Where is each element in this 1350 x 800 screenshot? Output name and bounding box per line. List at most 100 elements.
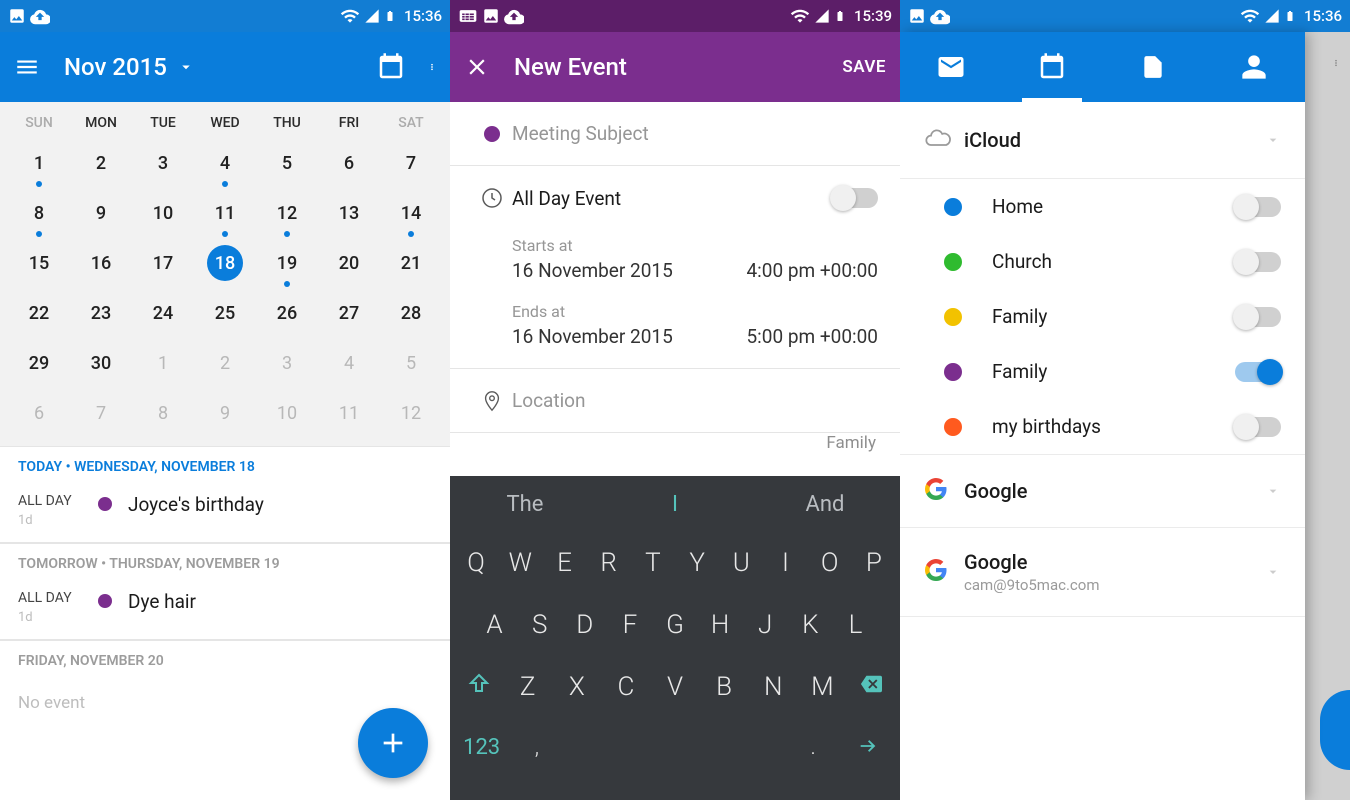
tab-calendar[interactable]: 18	[1001, 32, 1102, 102]
calendar-day[interactable]: 8	[132, 403, 194, 424]
kb-key[interactable]: V	[650, 662, 699, 713]
calendar-day[interactable]: 5	[256, 153, 318, 174]
calendar-day[interactable]: 8	[8, 203, 70, 224]
calendar-day[interactable]: 23	[70, 303, 132, 324]
calendar-day[interactable]: 12	[256, 203, 318, 224]
tab-files[interactable]	[1103, 32, 1204, 102]
kb-key[interactable]: F	[607, 600, 652, 650]
account-google[interactable]: Google	[900, 454, 1305, 528]
calendar-toggle[interactable]	[1235, 252, 1281, 272]
kb-key[interactable]: L	[833, 600, 878, 650]
tab-people[interactable]	[1204, 32, 1305, 102]
calendar-list-item[interactable]: Family	[900, 289, 1305, 344]
calendar-day[interactable]: 6	[8, 403, 70, 424]
location-row[interactable]: Location	[450, 369, 900, 433]
subject-row[interactable]: Meeting Subject	[450, 102, 900, 166]
kb-key[interactable]: O	[808, 538, 852, 588]
calendar-day[interactable]: 1	[132, 353, 194, 374]
kb-comma[interactable]: ,	[509, 725, 564, 773]
kb-key[interactable]: Z	[503, 662, 552, 713]
kb-shift[interactable]	[454, 662, 503, 713]
location-input[interactable]: Location	[512, 389, 878, 412]
kb-key[interactable]: K	[788, 600, 833, 650]
calendar-day[interactable]: 12	[380, 403, 442, 424]
kb-key[interactable]: R	[587, 538, 631, 588]
calendar-day[interactable]: 3	[132, 153, 194, 174]
kb-suggestion[interactable]: The	[450, 492, 600, 517]
calendar-day[interactable]: 13	[318, 203, 380, 224]
kb-123[interactable]: 123	[454, 725, 509, 773]
calendar-day[interactable]: 3	[256, 353, 318, 374]
calendar-day[interactable]: 10	[132, 203, 194, 224]
calendar-toggle[interactable]	[1235, 197, 1281, 217]
calendar-day[interactable]: 19	[256, 253, 318, 274]
month-picker[interactable]: Nov 2015	[40, 53, 195, 81]
allday-row[interactable]: All Day Event	[450, 166, 900, 230]
calendar-day[interactable]: 11	[318, 403, 380, 424]
kb-key[interactable]: D	[562, 600, 607, 650]
save-button[interactable]: SAVE	[842, 57, 886, 77]
kb-suggestion[interactable]: I	[600, 492, 750, 517]
kb-key[interactable]: H	[698, 600, 743, 650]
soft-keyboard[interactable]: The I And QWERTYUIOP ASDFGHJKL ZXCVBNM 1…	[450, 476, 900, 800]
calendar-list-item[interactable]: Church	[900, 234, 1305, 289]
calendar-day[interactable]: 11	[194, 203, 256, 224]
calendar-day[interactable]: 4	[194, 153, 256, 174]
calendar-toggle[interactable]	[1235, 362, 1281, 382]
agenda-item[interactable]: ALL DAY 1d Joyce's birthday	[0, 483, 450, 543]
close-icon[interactable]	[464, 54, 490, 80]
kb-key[interactable]: J	[743, 600, 788, 650]
kb-key[interactable]: T	[631, 538, 675, 588]
calendar-day[interactable]: 26	[256, 303, 318, 324]
calendar-day[interactable]: 27	[318, 303, 380, 324]
allday-toggle[interactable]	[832, 188, 878, 208]
calendar-day[interactable]: 16	[70, 253, 132, 274]
menu-icon[interactable]	[14, 54, 40, 80]
overflow-icon[interactable]	[428, 54, 436, 80]
calendar-day[interactable]: 15	[8, 253, 70, 274]
calendar-day[interactable]: 25	[194, 303, 256, 324]
calendar-day[interactable]: 4	[318, 353, 380, 374]
overflow-icon[interactable]	[1332, 50, 1340, 76]
kb-backspace[interactable]	[847, 662, 896, 713]
calendar-day[interactable]: 20	[318, 253, 380, 274]
kb-space[interactable]	[565, 725, 786, 773]
calendar-day[interactable]: 29	[8, 353, 70, 374]
account-icloud[interactable]: iCloud	[900, 102, 1305, 179]
kb-key[interactable]: G	[652, 600, 697, 650]
calendar-day[interactable]: 10	[256, 403, 318, 424]
kb-suggestion[interactable]: And	[750, 492, 900, 517]
calendar-day[interactable]: 1	[8, 153, 70, 174]
calendar-list-item[interactable]: Family	[900, 344, 1305, 399]
ends-row[interactable]: Ends at 16 November 2015 5:00 pm +00:00	[450, 296, 900, 369]
kb-key[interactable]: W	[498, 538, 542, 588]
kb-period[interactable]: .	[786, 725, 841, 773]
account-google-2[interactable]: Google cam@9to5mac.com	[900, 528, 1305, 617]
calendar-day[interactable]: 30	[70, 353, 132, 374]
calendar-day[interactable]: 28	[380, 303, 442, 324]
agenda-item[interactable]: ALL DAY 1d Dye hair	[0, 580, 450, 640]
kb-key[interactable]: I	[763, 538, 807, 588]
kb-key[interactable]: P	[852, 538, 896, 588]
kb-key[interactable]: N	[749, 662, 798, 713]
calendar-toggle[interactable]	[1235, 417, 1281, 437]
kb-key[interactable]: A	[472, 600, 517, 650]
calendar-day[interactable]: 2	[70, 153, 132, 174]
add-event-fab[interactable]	[358, 708, 428, 778]
calendar-day[interactable]: 21	[380, 253, 442, 274]
kb-key[interactable]: U	[719, 538, 763, 588]
tab-mail[interactable]	[900, 32, 1001, 102]
calendar-day[interactable]: 17	[132, 253, 194, 274]
kb-key[interactable]: E	[542, 538, 586, 588]
calendar-list-item[interactable]: my birthdays	[900, 399, 1305, 454]
calendar-list-item[interactable]: Home	[900, 179, 1305, 234]
calendar-day[interactable]: 24	[132, 303, 194, 324]
kb-key[interactable]: C	[601, 662, 650, 713]
kb-key[interactable]: S	[517, 600, 562, 650]
kb-key[interactable]: B	[700, 662, 749, 713]
calendar-today-icon[interactable]: 18	[376, 52, 406, 82]
calendar-day[interactable]: 18	[194, 245, 256, 281]
calendar-day[interactable]: 2	[194, 353, 256, 374]
calendar-day[interactable]: 7	[380, 153, 442, 174]
kb-enter[interactable]	[841, 725, 896, 773]
